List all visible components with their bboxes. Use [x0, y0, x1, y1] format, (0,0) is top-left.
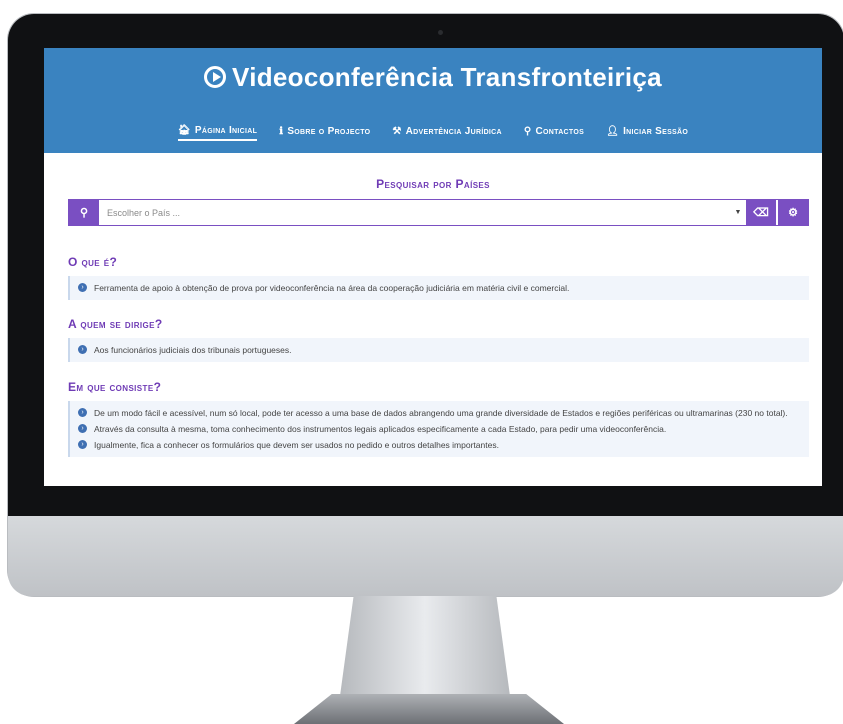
- site-title[interactable]: Videoconferência Transfronteiriça: [44, 62, 822, 93]
- monitor-base: [294, 694, 564, 724]
- section-consists-box: › De um modo fácil e acessível, num só l…: [68, 401, 809, 457]
- arrow-circle-right-icon: ›: [78, 440, 87, 449]
- nav-contacts[interactable]: ⚲ Contactos: [524, 125, 584, 141]
- nav-contacts-label: Contactos: [535, 126, 585, 137]
- main-nav: 🏠︎ Página Inicial ℹ Sobre o Projecto ⚒ A…: [44, 125, 822, 141]
- stage: Videoconferência Transfronteiriça 🏠︎ Pág…: [0, 0, 843, 724]
- arrow-circle-right-icon: ›: [78, 283, 87, 292]
- section-who-box: › Aos funcionários judiciais dos tribuna…: [68, 338, 809, 362]
- arrow-circle-right-icon: ›: [78, 408, 87, 417]
- section-title-who: A quem se dirige?: [68, 317, 163, 331]
- screen: Videoconferência Transfronteiriça 🏠︎ Pág…: [44, 48, 822, 486]
- nav-about[interactable]: ℹ Sobre o Projecto: [279, 125, 370, 141]
- nav-home-label: Página Inicial: [194, 125, 258, 136]
- section-title-consists: Em que consiste?: [68, 380, 162, 394]
- info-icon: ℹ: [279, 125, 284, 137]
- main-content: Pesquisar por Países ⚲ ▼ ⌫ ⚙ O que é? ›: [44, 153, 822, 486]
- settings-button[interactable]: ⚙: [778, 200, 808, 225]
- list-item: › Através da consulta à mesma, toma conh…: [78, 423, 801, 435]
- site-title-text: Videoconferência Transfronteiriça: [232, 62, 662, 92]
- search-button[interactable]: ⚲: [69, 200, 99, 225]
- map-marker-icon: ⚲: [523, 125, 532, 137]
- camera-dot: [438, 30, 443, 35]
- list-item: › De um modo fácil e acessível, num só l…: [78, 407, 801, 419]
- section-what-box: › Ferramenta de apoio à obtenção de prov…: [68, 276, 809, 300]
- arrow-circle-right-icon: ›: [78, 345, 87, 354]
- home-icon: 🏠︎: [177, 124, 191, 136]
- clear-button[interactable]: ⌫: [746, 200, 776, 225]
- eraser-icon: ⌫: [753, 207, 769, 219]
- nav-home[interactable]: 🏠︎ Página Inicial: [177, 124, 258, 141]
- monitor-stand: [340, 596, 510, 696]
- play-circle-icon: [204, 66, 227, 88]
- nav-legal-label: Advertência Jurídica: [405, 126, 502, 137]
- section-title-what: O que é?: [68, 255, 118, 269]
- country-select[interactable]: [99, 200, 730, 225]
- list-item: › Igualmente, fica a conhecer os formulá…: [78, 439, 801, 451]
- list-item: › Ferramenta de apoio à obtenção de prov…: [78, 282, 801, 294]
- nav-login-label: Iniciar Sessão: [623, 126, 689, 137]
- search-title: Pesquisar por Países: [376, 177, 490, 191]
- nav-legal[interactable]: ⚒ Advertência Jurídica: [392, 125, 502, 141]
- gavel-icon: ⚒: [392, 125, 402, 137]
- country-search: ⚲ ▼ ⌫ ⚙: [68, 199, 809, 226]
- site-header: Videoconferência Transfronteiriça 🏠︎ Pág…: [44, 48, 822, 153]
- nav-about-label: Sobre o Projecto: [287, 126, 371, 137]
- monitor-chin: [8, 516, 843, 596]
- nav-login[interactable]: 👤︎ Iniciar Sessão: [606, 125, 688, 141]
- gears-icon: ⚙: [788, 207, 798, 219]
- arrow-circle-right-icon: ›: [78, 424, 87, 433]
- list-item: › Aos funcionários judiciais dos tribuna…: [78, 344, 801, 356]
- search-icon: ⚲: [79, 207, 89, 219]
- chevron-down-icon[interactable]: ▼: [730, 200, 746, 225]
- user-icon: 👤︎: [606, 125, 620, 137]
